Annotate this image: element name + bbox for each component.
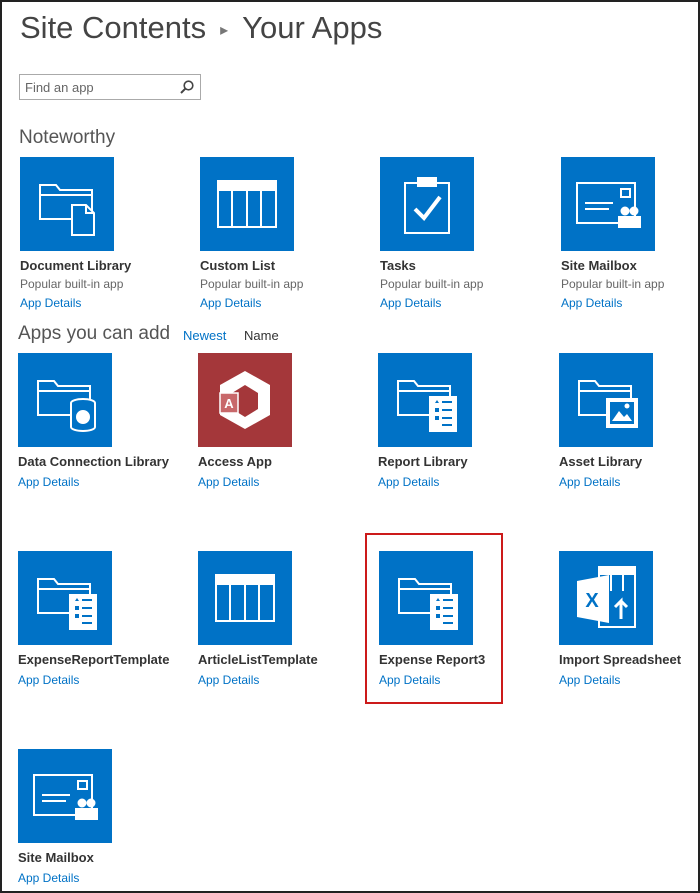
tile-name[interactable]: Document Library: [20, 257, 180, 275]
app-details-link[interactable]: App Details: [559, 672, 620, 688]
breadcrumb-site-contents[interactable]: Site Contents: [20, 10, 206, 45]
tile-expense-report-template: ExpenseReportTemplate App Details: [18, 551, 218, 689]
tile-subtitle: Popular built-in app: [20, 277, 124, 291]
app-details-link[interactable]: App Details: [200, 295, 261, 311]
tile-site-mailbox: Site Mailbox Popular built-in app App De…: [561, 157, 700, 312]
noteworthy-heading: Noteworthy: [19, 127, 116, 148]
tile-data-connection-library: Data Connection Library App Details: [18, 353, 218, 491]
tile-name[interactable]: Import Spreadsheet: [559, 651, 700, 669]
tile-name[interactable]: Tasks: [380, 257, 540, 275]
app-details-link[interactable]: App Details: [198, 474, 259, 490]
svg-text:X: X: [585, 590, 599, 612]
tile-subtitle: Popular built-in app: [380, 277, 484, 291]
document-library-icon[interactable]: [20, 157, 114, 251]
app-details-link[interactable]: App Details: [378, 474, 439, 490]
tile-subtitle: Popular built-in app: [200, 277, 304, 291]
tile-name[interactable]: Asset Library: [559, 453, 700, 471]
tile-name[interactable]: Data Connection Library: [18, 453, 178, 471]
svg-text:A: A: [224, 396, 234, 411]
tile-name[interactable]: Site Mailbox: [561, 257, 700, 275]
selection-highlight-box: [365, 533, 503, 704]
tile-name[interactable]: Report Library: [378, 453, 538, 471]
breadcrumb-separator-icon: ▸: [220, 21, 229, 39]
tile-custom-list: Custom List Popular built-in app App Det…: [200, 157, 400, 312]
tile-name[interactable]: Access App: [198, 453, 358, 471]
tile-report-library: Report Library App Details: [378, 353, 578, 491]
tile-access-app: A Access App App Details: [198, 353, 398, 491]
app-details-link[interactable]: App Details: [18, 474, 79, 490]
app-details-link[interactable]: App Details: [18, 672, 79, 688]
app-details-link[interactable]: App Details: [380, 295, 441, 311]
site-mailbox-icon[interactable]: [561, 157, 655, 251]
tile-document-library: Document Library Popular built-in app Ap…: [20, 157, 220, 312]
find-app-search-box: [19, 74, 201, 100]
sort-newest-link[interactable]: Newest: [183, 328, 226, 343]
import-spreadsheet-icon[interactable]: X: [559, 551, 653, 645]
asset-library-icon[interactable]: [559, 353, 653, 447]
app-details-link[interactable]: App Details: [18, 870, 79, 886]
search-icon[interactable]: [179, 79, 195, 95]
app-details-link[interactable]: App Details: [561, 295, 622, 311]
tasks-icon[interactable]: [380, 157, 474, 251]
data-connection-library-icon[interactable]: [18, 353, 112, 447]
tile-asset-library: Asset Library App Details: [559, 353, 700, 491]
breadcrumb-your-apps: Your Apps: [242, 10, 383, 45]
site-mailbox-icon[interactable]: [18, 749, 112, 843]
tile-subtitle: Popular built-in app: [561, 277, 665, 291]
tile-name[interactable]: Custom List: [200, 257, 360, 275]
tile-name[interactable]: ExpenseReportTemplate: [18, 651, 178, 669]
tile-site-mailbox-app: Site Mailbox App Details: [18, 749, 218, 887]
search-input[interactable]: [20, 75, 170, 99]
custom-list-icon[interactable]: [200, 157, 294, 251]
custom-list-icon[interactable]: [198, 551, 292, 645]
app-details-link[interactable]: App Details: [198, 672, 259, 688]
tile-name[interactable]: Site Mailbox: [18, 849, 178, 867]
sort-name-link[interactable]: Name: [244, 328, 279, 343]
tile-name[interactable]: ArticleListTemplate: [198, 651, 378, 669]
page-title: Site Contents ▸ Your Apps: [20, 10, 382, 46]
app-details-link[interactable]: App Details: [20, 295, 81, 311]
report-library-icon[interactable]: [18, 551, 112, 645]
report-library-icon[interactable]: [378, 353, 472, 447]
tile-import-spreadsheet: X Import Spreadsheet App Details: [559, 551, 700, 689]
access-app-icon[interactable]: A: [198, 353, 292, 447]
tile-tasks: Tasks Popular built-in app App Details: [380, 157, 580, 312]
apps-you-can-add-heading: Apps you can add: [18, 323, 171, 344]
app-details-link[interactable]: App Details: [559, 474, 620, 490]
